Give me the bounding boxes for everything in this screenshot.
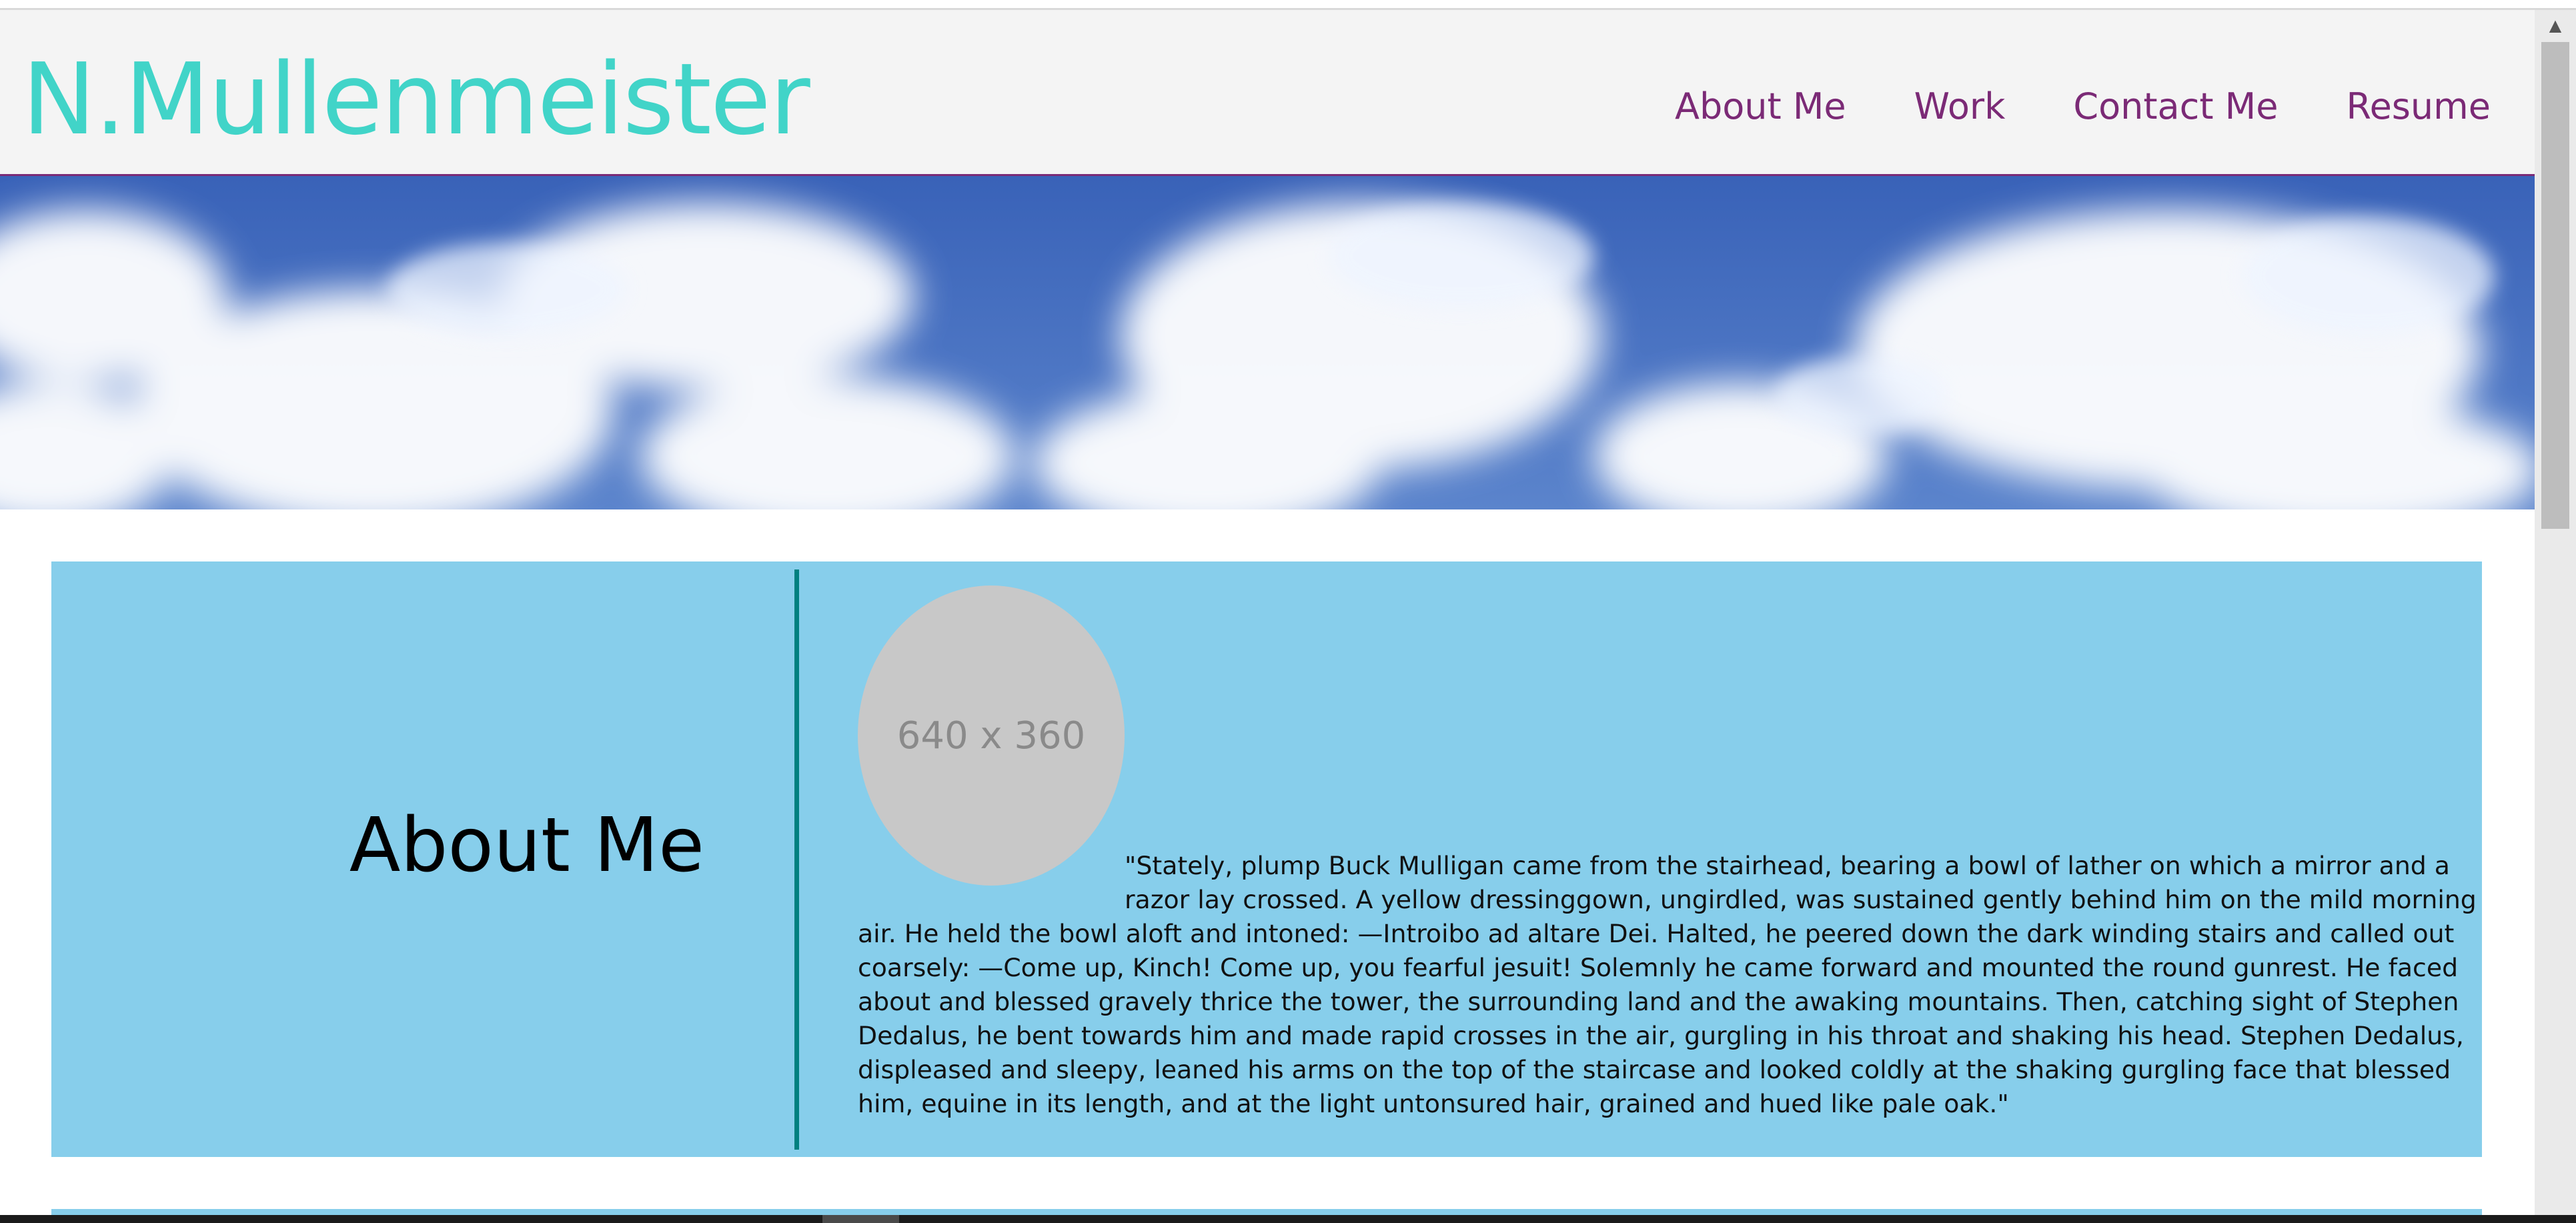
vertical-scrollbar[interactable]: ▲ bbox=[2535, 10, 2576, 1223]
web-page: N.Mullenmeister About Me Work Contact Me… bbox=[0, 10, 2535, 1223]
nav-about-me[interactable]: About Me bbox=[1675, 89, 1846, 125]
site-header: N.Mullenmeister About Me Work Contact Me… bbox=[0, 10, 2535, 176]
section-title: About Me bbox=[349, 802, 704, 889]
hero-sky-banner bbox=[0, 176, 2535, 509]
bottom-window-bar bbox=[0, 1215, 2576, 1223]
nav-resume[interactable]: Resume bbox=[2346, 89, 2491, 125]
sky-cloud-image bbox=[0, 176, 2535, 509]
about-me-section: About Me 640 x 360 "Stately, plump Buck … bbox=[51, 561, 2482, 1157]
nav-work[interactable]: Work bbox=[1914, 89, 2006, 125]
profile-image-placeholder: 640 x 360 bbox=[858, 585, 1125, 886]
about-content: 640 x 360 "Stately, plump Buck Mulligan … bbox=[858, 585, 2512, 1121]
browser-top-edge bbox=[0, 0, 2576, 10]
site-brand[interactable]: N.Mullenmeister bbox=[22, 50, 810, 149]
horizontal-scrollbar-thumb[interactable] bbox=[822, 1215, 899, 1223]
nav-contact-me[interactable]: Contact Me bbox=[2073, 89, 2278, 125]
section-divider bbox=[794, 569, 799, 1150]
scrollbar-thumb[interactable] bbox=[2541, 42, 2569, 529]
main-navigation: About Me Work Contact Me Resume bbox=[1675, 89, 2491, 125]
scroll-up-arrow-icon[interactable]: ▲ bbox=[2535, 10, 2576, 40]
